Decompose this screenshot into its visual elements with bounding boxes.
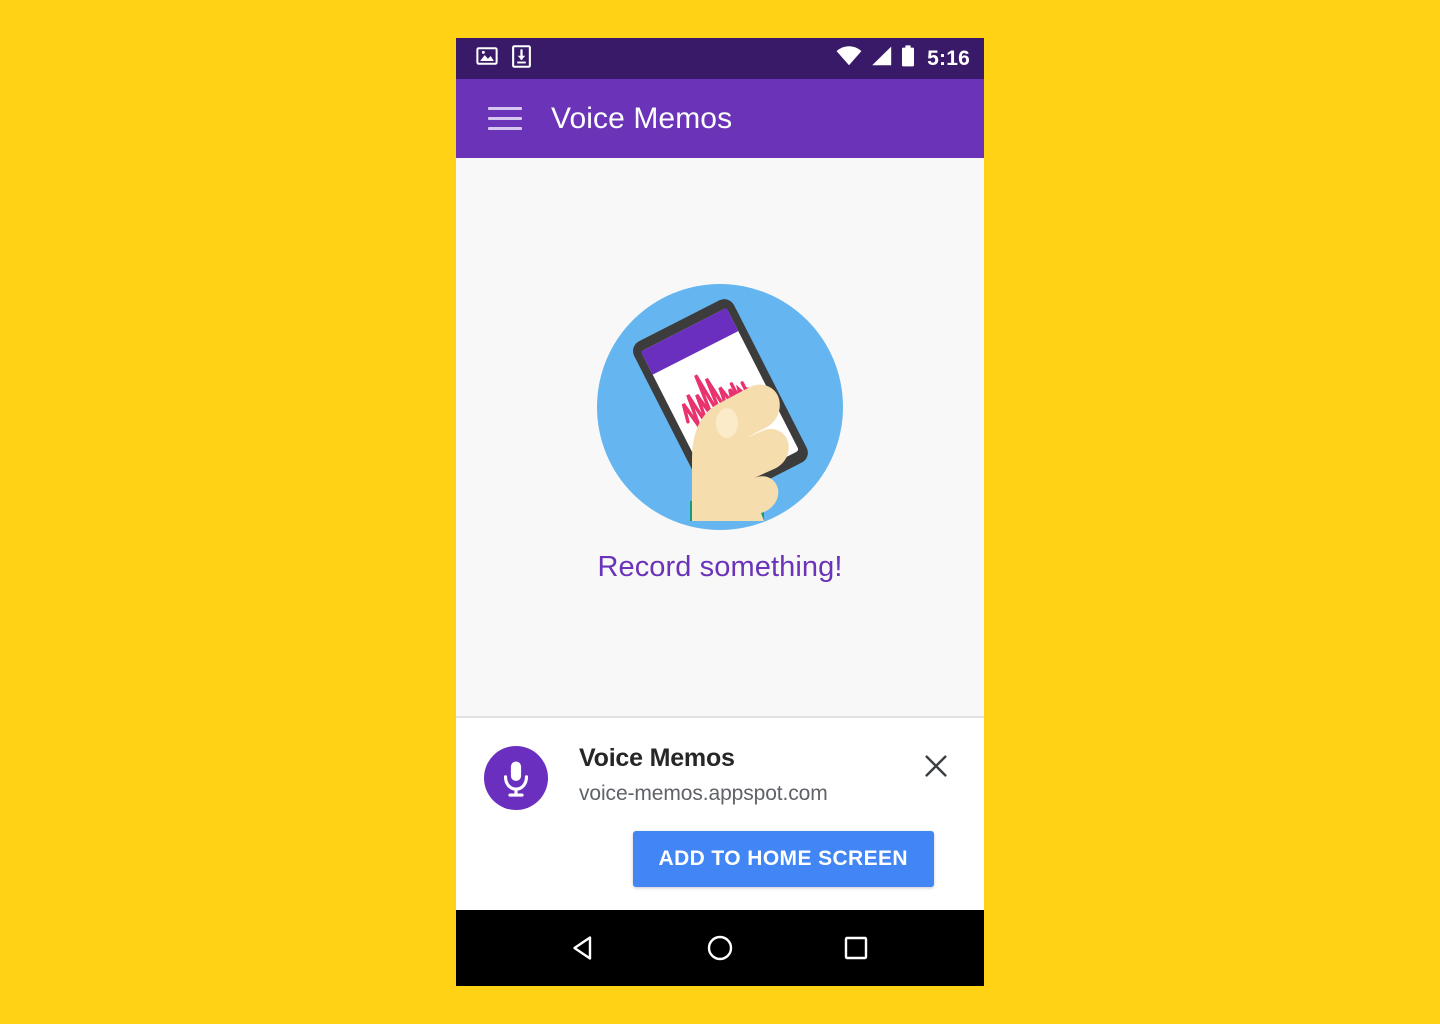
status-bar: 5:16 xyxy=(456,38,984,79)
microphone-icon xyxy=(484,746,548,810)
install-banner-title: Voice Memos xyxy=(579,744,735,772)
screenshot-icon xyxy=(476,45,498,72)
menu-line xyxy=(488,117,522,120)
install-banner-header: Voice Memos voice-memos.appspot.com xyxy=(484,742,958,810)
status-bar-right-icons: 5:16 xyxy=(836,45,970,72)
close-icon[interactable] xyxy=(914,744,958,788)
battery-icon xyxy=(901,45,915,72)
add-to-home-screen-button[interactable]: ADD TO HOME SCREEN xyxy=(632,831,934,887)
menu-line xyxy=(488,127,522,130)
recents-button[interactable] xyxy=(818,918,894,978)
install-banner-text: Voice Memos voice-memos.appspot.com xyxy=(579,742,828,806)
menu-line xyxy=(488,107,522,110)
main-content: Record something! xyxy=(456,158,984,716)
back-button[interactable] xyxy=(546,918,622,978)
status-bar-left-icons xyxy=(476,44,531,73)
cellular-signal-icon xyxy=(871,46,892,71)
wifi-icon xyxy=(836,46,862,71)
install-banner-actions: ADD TO HOME SCREEN xyxy=(484,831,958,887)
download-icon xyxy=(512,44,531,73)
empty-state-message: Record something! xyxy=(597,550,843,583)
android-navigation-bar xyxy=(456,910,984,986)
hamburger-menu-icon[interactable] xyxy=(484,98,526,140)
install-banner-url: voice-memos.appspot.com xyxy=(579,781,828,805)
phone-screen: 5:16 Voice Memos Record something! Voice… xyxy=(456,38,984,986)
hand-holding-phone-illustration xyxy=(597,283,843,530)
home-button[interactable] xyxy=(682,918,758,978)
install-banner: Voice Memos voice-memos.appspot.com ADD … xyxy=(456,716,984,910)
app-bar: Voice Memos xyxy=(456,79,984,158)
status-bar-clock: 5:16 xyxy=(927,47,970,70)
empty-state: Record something! xyxy=(596,283,844,584)
app-title: Voice Memos xyxy=(551,101,733,135)
